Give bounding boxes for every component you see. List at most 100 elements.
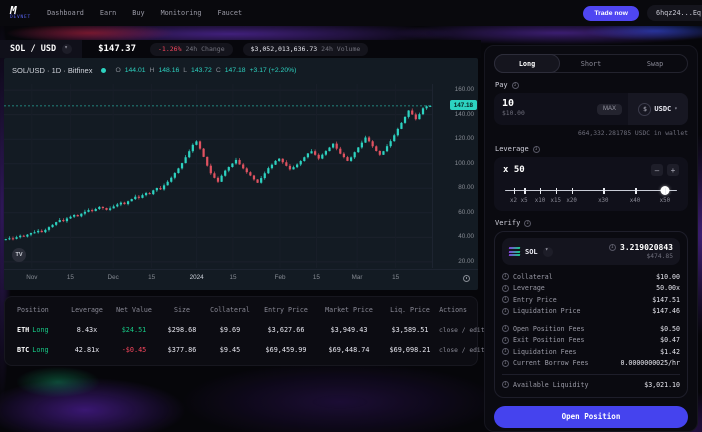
price-tick: 20.00 [458, 258, 474, 265]
slider-mark-label: x30 [598, 198, 608, 204]
row-liq-price: $3,589.51 [381, 326, 439, 334]
slider-tick [665, 188, 667, 194]
info-icon[interactable]: i [502, 273, 509, 280]
top-navbar: M DEVNET Dashboard Earn Buy Monitoring F… [0, 0, 702, 26]
leverage-plus-button[interactable]: + [667, 164, 679, 176]
row-size: $298.68 [159, 326, 205, 334]
tab-swap[interactable]: Swap [623, 55, 687, 72]
info-icon[interactable]: i [502, 325, 509, 332]
leverage-section-label: Leverage i [495, 145, 688, 153]
open-label: O [115, 67, 120, 74]
nav-item-monitoring[interactable]: Monitoring [161, 9, 202, 17]
position-row-btc: BTCLong 42.81x -$0.45 $377.86 $9.45 $69,… [13, 340, 469, 360]
row-entry-price: $3,627.66 [255, 326, 317, 334]
detail-leverage: iLeverage 50.00x [502, 283, 680, 295]
col-leverage: Leverage [65, 306, 109, 314]
open-position-button[interactable]: Open Position [494, 406, 688, 428]
clock-icon[interactable] [463, 275, 470, 282]
available-liquidity-row: iAvailable Liquidity $3,021.10 [502, 379, 680, 391]
slider-mark-label: x40 [630, 198, 640, 204]
verify-section-label: Verify i [495, 219, 688, 227]
slider-mark-label: x5 [521, 198, 528, 204]
leverage-slider[interactable] [503, 185, 679, 195]
row-market-price: $3,949.43 [317, 326, 381, 334]
pair-selector[interactable]: SOL / USD [0, 40, 82, 58]
nav-item-faucet[interactable]: Faucet [217, 9, 242, 17]
leverage-card: x 50 – + x2x5x10x15x20x30x40x50 [494, 157, 688, 211]
time-tick: 2024 [190, 274, 204, 281]
divider [502, 374, 680, 375]
price-tick: 100.00 [455, 160, 474, 167]
position-side: Long [32, 326, 48, 334]
leverage-minus-button[interactable]: – [651, 164, 663, 176]
verify-token-name: SOL [525, 248, 538, 256]
close-label: C [216, 67, 221, 74]
row-actions[interactable]: close / edit [439, 347, 487, 354]
chevron-down-icon: ▾ [674, 106, 677, 112]
info-icon[interactable]: i [502, 296, 509, 303]
market-status-icon [101, 68, 106, 73]
price-chart-panel: SOL/USD · 1D · Bitfinex O144.01 H148.16 … [4, 58, 478, 290]
info-icon[interactable]: i [502, 360, 509, 367]
receive-usd-value: $474.85 [609, 253, 673, 260]
slider-tick [572, 188, 574, 194]
price-tick: 160.00 [455, 86, 474, 93]
row-liq-price: $69,098.21 [381, 346, 439, 354]
info-icon[interactable]: i [524, 220, 531, 227]
info-icon[interactable]: i [502, 337, 509, 344]
info-icon[interactable]: i [502, 348, 509, 355]
time-axis[interactable]: Nov15Dec15202415Feb15Mar15 [4, 269, 478, 287]
pay-input-card: 10 $10.00 MAX $ USDC ▾ [494, 93, 688, 125]
row-leverage: 42.81x [65, 346, 109, 354]
open-value: 144.01 [125, 67, 146, 74]
info-icon[interactable]: i [502, 285, 509, 292]
tab-short[interactable]: Short [559, 55, 623, 72]
candlestick-plot[interactable]: TV [4, 84, 432, 268]
nav-item-buy[interactable]: Buy [132, 9, 144, 17]
price-tick: 120.00 [455, 135, 474, 142]
price-axis[interactable]: 160.00140.00120.00100.0080.0060.0040.002… [432, 84, 478, 268]
chevron-down-icon[interactable] [543, 247, 553, 257]
fee-exit-position: iExit Position Fees $0.47 [502, 335, 680, 347]
max-button[interactable]: MAX [597, 104, 622, 115]
info-icon[interactable]: i [609, 244, 616, 251]
row-collateral: $9.45 [205, 346, 255, 354]
market-stats-bar: SOL / USD $147.37 -1.26% 24h Change $3,0… [0, 40, 481, 58]
trade-now-button[interactable]: Trade now [583, 6, 639, 21]
nav-item-dashboard[interactable]: Dashboard [47, 9, 84, 17]
pay-token-selector[interactable]: $ USDC ▾ [628, 93, 688, 125]
leverage-value[interactable]: x 50 [503, 165, 525, 175]
asset-name: BTC [17, 346, 29, 354]
info-icon[interactable]: i [512, 82, 519, 89]
tradingview-logo[interactable]: TV [12, 248, 26, 262]
wallet-address-button[interactable]: 6hqz24...Eq [647, 5, 702, 21]
position-row-eth: ETHLong 8.43x $24.51 $298.68 $9.69 $3,62… [13, 320, 469, 340]
row-actions[interactable]: close / edit [439, 327, 487, 334]
row-size: $377.86 [159, 346, 205, 354]
info-icon[interactable]: i [533, 146, 540, 153]
day-change-value: +3.17 (+2.20%) [250, 67, 297, 74]
usdc-coin-icon: $ [638, 103, 651, 116]
low-value: 143.72 [191, 67, 212, 74]
pay-label: Pay [495, 81, 508, 89]
pay-amount-input[interactable]: 10 [502, 98, 597, 109]
verify-group: SOL i 3.219020843 $474.85 iCollateral $1… [494, 231, 688, 398]
fee-open-position: iOpen Position Fees $0.50 [502, 323, 680, 335]
info-icon[interactable]: i [502, 381, 509, 388]
col-net-value: Net Value [109, 306, 159, 314]
row-net-value: -$0.45 [109, 346, 159, 354]
price-tick: 80.00 [458, 184, 474, 191]
pay-usd-value: $10.00 [502, 110, 597, 117]
chart-symbol-title[interactable]: SOL/USD · 1D · Bitfinex [12, 66, 92, 75]
tab-long[interactable]: Long [494, 54, 560, 73]
position-side: Long [32, 346, 48, 354]
info-icon[interactable]: i [502, 308, 509, 315]
nav-item-earn[interactable]: Earn [100, 9, 116, 17]
change-24h-label: 24h Change [185, 45, 224, 53]
time-tick: 15 [229, 274, 236, 281]
pair-price: $147.37 [98, 44, 136, 54]
slider-track [505, 190, 677, 192]
pair-name: SOL / USD [10, 44, 56, 54]
col-actions: Actions [439, 306, 469, 314]
app-logo[interactable]: M DEVNET [10, 5, 31, 21]
